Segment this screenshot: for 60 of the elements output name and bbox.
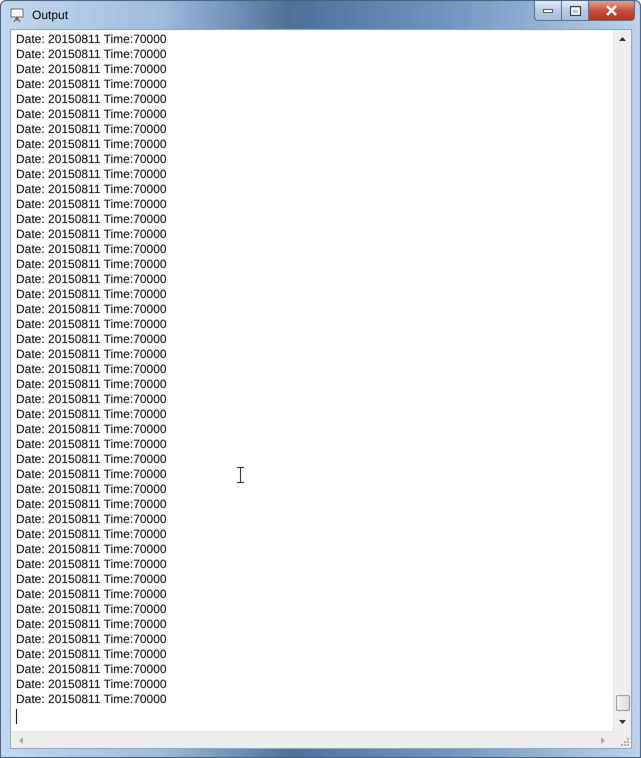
output-line: Date: 20150811 Time:70000 (16, 197, 167, 212)
output-line: Date: 20150811 Time:70000 (16, 512, 167, 527)
output-line: Date: 20150811 Time:70000 (16, 272, 167, 287)
output-line: Date: 20150811 Time:70000 (16, 227, 167, 242)
text-caret (16, 709, 17, 724)
output-line: Date: 20150811 Time:70000 (16, 167, 167, 182)
output-line: Date: 20150811 Time:70000 (16, 287, 167, 302)
output-line: Date: 20150811 Time:70000 (16, 557, 167, 572)
output-line: Date: 20150811 Time:70000 (16, 377, 167, 392)
output-line: Date: 20150811 Time:70000 (16, 677, 167, 692)
output-line: Date: 20150811 Time:70000 (16, 302, 167, 317)
minimize-icon[interactable] (543, 8, 553, 12)
output-line: Date: 20150811 Time:70000 (16, 32, 167, 47)
output-line: Date: 20150811 Time:70000 (16, 122, 167, 137)
maximize-button[interactable] (562, 1, 589, 21)
scroll-thumb[interactable] (616, 695, 630, 711)
output-line: Date: 20150811 Time:70000 (16, 362, 167, 377)
output-line: Date: 20150811 Time:70000 (16, 482, 167, 497)
close-icon[interactable] (606, 5, 617, 16)
output-line: Date: 20150811 Time:70000 (16, 212, 167, 227)
output-line: Date: 20150811 Time:70000 (16, 452, 167, 467)
output-line: Date: 20150811 Time:70000 (16, 137, 167, 152)
output-line: Date: 20150811 Time:70000 (16, 617, 167, 632)
output-line: Date: 20150811 Time:70000 (16, 437, 167, 452)
output-line: Date: 20150811 Time:70000 (16, 647, 167, 662)
output-line: Date: 20150811 Time:70000 (16, 77, 167, 92)
output-line: Date: 20150811 Time:70000 (16, 467, 167, 482)
output-line: Date: 20150811 Time:70000 (16, 542, 167, 557)
scroll-down-icon[interactable] (619, 720, 626, 724)
output-line: Date: 20150811 Time:70000 (16, 257, 167, 272)
output-line: Date: 20150811 Time:70000 (16, 692, 167, 707)
output-line: Date: 20150811 Time:70000 (16, 572, 167, 587)
output-line: Date: 20150811 Time:70000 (16, 587, 167, 602)
scroll-up-icon[interactable] (619, 37, 626, 41)
output-line: Date: 20150811 Time:70000 (16, 662, 167, 677)
vertical-scrollbar[interactable] (613, 30, 631, 731)
close-button[interactable] (589, 1, 635, 21)
output-line: Date: 20150811 Time:70000 (16, 347, 167, 362)
minimize-button[interactable] (534, 1, 562, 21)
output-line: Date: 20150811 Time:70000 (16, 632, 167, 647)
output-line: Date: 20150811 Time:70000 (16, 107, 167, 122)
output-line: Date: 20150811 Time:70000 (16, 602, 167, 617)
output-line: Date: 20150811 Time:70000 (16, 497, 167, 512)
output-line: Date: 20150811 Time:70000 (16, 527, 167, 542)
output-line: Date: 20150811 Time:70000 (16, 152, 167, 167)
output-line: Date: 20150811 Time:70000 (16, 92, 167, 107)
output-line: Date: 20150811 Time:70000 (16, 182, 167, 197)
output-line: Date: 20150811 Time:70000 (16, 62, 167, 77)
window-title: Output (32, 8, 70, 22)
easel-icon (9, 7, 25, 23)
output-line: Date: 20150811 Time:70000 (16, 332, 167, 347)
text-cursor-icon (237, 467, 244, 483)
output-line: Date: 20150811 Time:70000 (16, 317, 167, 332)
output-line: Date: 20150811 Time:70000 (16, 422, 167, 437)
output-line: Date: 20150811 Time:70000 (16, 47, 167, 62)
output-line: Date: 20150811 Time:70000 (16, 242, 167, 257)
resize-grip-icon[interactable] (621, 738, 629, 746)
output-line: Date: 20150811 Time:70000 (16, 392, 167, 407)
output-line: Date: 20150811 Time:70000 (16, 407, 167, 422)
maximize-icon[interactable] (570, 6, 580, 16)
